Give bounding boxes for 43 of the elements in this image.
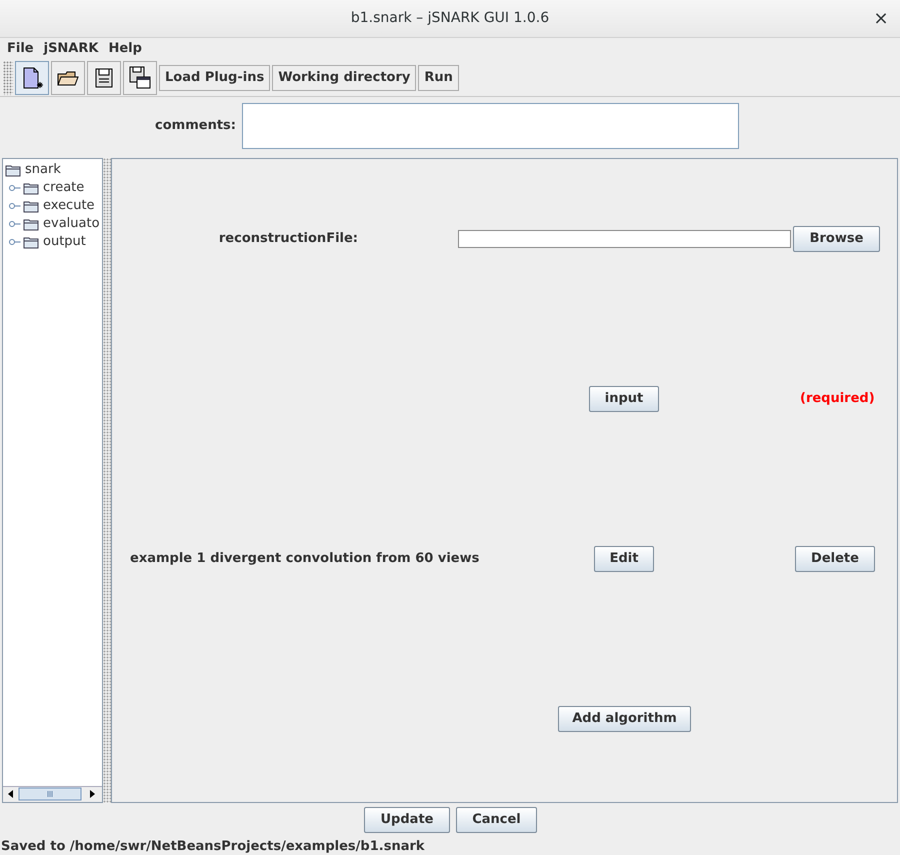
toolbar-button[interactable] xyxy=(123,60,157,94)
reconstruction-file-label: reconstructionFile: xyxy=(218,230,359,248)
update-button[interactable]: Update xyxy=(364,807,450,833)
edit-button[interactable]: Edit xyxy=(594,546,654,572)
window-title: b1.snark – jSNARK GUI 1.0.6 xyxy=(350,9,550,28)
collapsed-handle-icon[interactable] xyxy=(9,202,21,210)
toolbar-button[interactable]: Run xyxy=(418,64,459,90)
tree-item[interactable]: execute xyxy=(43,196,95,216)
toolbar-button[interactable]: Working directory xyxy=(272,64,416,90)
folder-icon xyxy=(5,162,22,178)
tree-item[interactable]: create xyxy=(43,178,84,198)
tree-item[interactable]: snark xyxy=(25,160,61,180)
browse-button[interactable]: Browse xyxy=(793,226,880,252)
collapsed-handle-icon[interactable] xyxy=(9,220,21,228)
menu-item[interactable]: Help xyxy=(108,39,142,59)
toolbar-button[interactable] xyxy=(15,60,49,94)
folder-icon xyxy=(23,180,40,196)
toolbar-button[interactable]: Load Plug-ins xyxy=(159,64,270,90)
delete-button[interactable]: Delete xyxy=(795,546,875,572)
horizontal-scrollbar[interactable] xyxy=(3,786,102,802)
tree-item[interactable]: output xyxy=(43,232,86,252)
algorithm-name: example 1 divergent convolution from 60 views xyxy=(129,550,480,568)
status-text: Saved to /home/swr/NetBeansProjects/examples/b1.snark xyxy=(0,838,426,855)
menu-item[interactable]: jSNARK xyxy=(44,39,98,59)
toolbar-button[interactable] xyxy=(87,60,121,94)
comments-field[interactable] xyxy=(242,103,739,149)
folder-icon xyxy=(23,216,40,232)
menu-item[interactable]: File xyxy=(7,39,34,59)
required-label: (required) xyxy=(800,390,875,408)
close-button[interactable]: × xyxy=(870,8,892,30)
toolbar-button[interactable] xyxy=(51,60,85,94)
folder-icon xyxy=(23,234,40,250)
folder-icon xyxy=(23,198,40,214)
collapsed-handle-icon[interactable] xyxy=(9,238,21,246)
reconstruction-file-field[interactable] xyxy=(458,230,791,248)
input-button[interactable]: input xyxy=(589,386,659,412)
comments-label: comments: xyxy=(154,117,237,136)
floppy-window-icon xyxy=(127,64,153,90)
collapsed-handle-icon[interactable] xyxy=(9,184,21,192)
toolbar-grip[interactable] xyxy=(3,60,13,94)
tree-item[interactable]: evaluato xyxy=(43,214,100,234)
add-algorithm-button[interactable]: Add algorithm xyxy=(558,706,691,732)
cancel-button[interactable]: Cancel xyxy=(456,807,537,833)
